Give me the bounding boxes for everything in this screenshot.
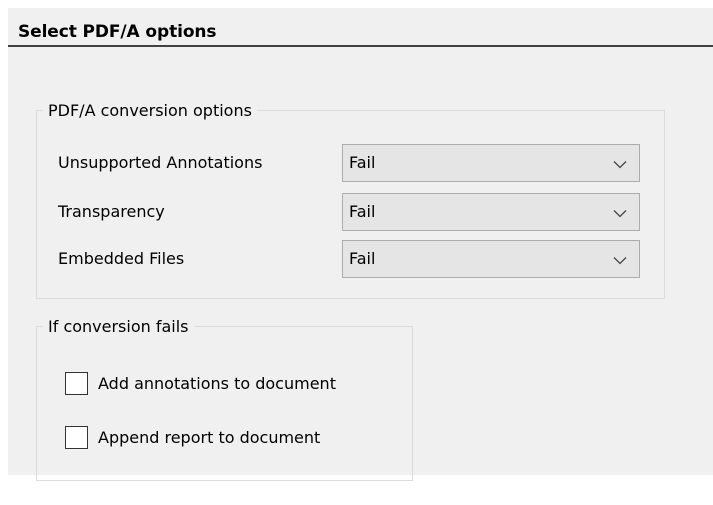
dropdown-value: Fail: [349, 249, 376, 268]
page-title: Select PDF/A options: [18, 22, 217, 42]
chevron-down-icon: [613, 161, 627, 169]
unsupported-annotations-dropdown[interactable]: Fail: [342, 144, 640, 182]
conversion-fails-legend: If conversion fails: [43, 317, 194, 337]
chevron-down-icon: [613, 257, 627, 265]
conversion-options-legend: PDF/A conversion options: [43, 101, 257, 121]
conversion-fails-group: [36, 326, 413, 481]
transparency-label: Transparency: [58, 202, 165, 221]
transparency-dropdown[interactable]: Fail: [342, 193, 640, 231]
add-annotations-checkbox[interactable]: [65, 372, 88, 395]
title-divider: [8, 45, 713, 47]
dropdown-value: Fail: [349, 202, 376, 221]
embedded-files-label: Embedded Files: [58, 249, 185, 268]
unsupported-annotations-label: Unsupported Annotations: [58, 153, 263, 172]
append-report-checkbox[interactable]: [65, 426, 88, 449]
chevron-down-icon: [613, 210, 627, 218]
add-annotations-label[interactable]: Add annotations to document: [98, 374, 336, 394]
append-report-label[interactable]: Append report to document: [98, 428, 320, 448]
embedded-files-dropdown[interactable]: Fail: [342, 240, 640, 278]
dropdown-value: Fail: [349, 153, 376, 172]
